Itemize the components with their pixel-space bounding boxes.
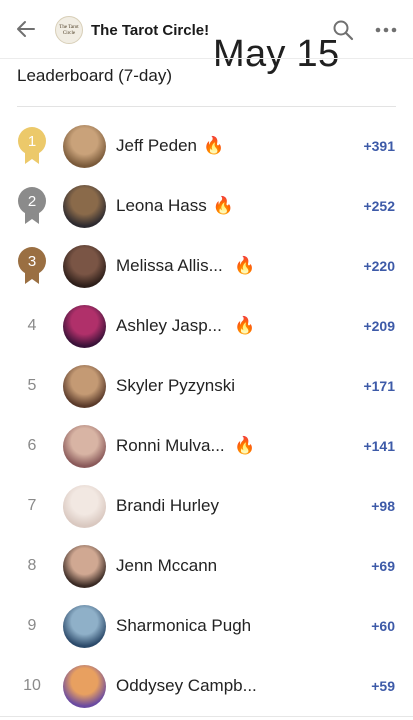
leaderboard-row[interactable]: 4 Ashley Jasp... 🔥 +209 xyxy=(0,296,413,356)
member-name[interactable]: Ashley Jasp... xyxy=(116,296,222,356)
rank-number: 10 xyxy=(23,677,41,694)
avatar[interactable] xyxy=(63,425,106,468)
group-logo[interactable]: The Tarot Circle xyxy=(55,16,83,44)
fire-icon: 🔥 xyxy=(202,136,225,155)
points-value: +171 xyxy=(363,378,395,394)
group-name[interactable]: The Tarot Circle! xyxy=(91,22,209,39)
search-icon[interactable] xyxy=(331,18,355,42)
avatar[interactable] xyxy=(63,305,106,348)
fire-icon: 🔥 xyxy=(234,436,256,455)
leaderboard-row[interactable]: 1 Jeff Peden 🔥 +391 xyxy=(0,116,413,176)
member-name[interactable]: Jenn Mccann xyxy=(116,536,217,596)
top-app-bar: The Tarot Circle The Tarot Circle! May 1… xyxy=(0,0,413,75)
rank-number: 4 xyxy=(27,317,37,334)
rank-number: 5 xyxy=(27,377,37,394)
rank-number: 7 xyxy=(27,497,37,514)
leaderboard-row[interactable]: 6 Ronni Mulva... 🔥 +141 xyxy=(0,416,413,476)
points-value: +141 xyxy=(363,438,395,454)
member-name[interactable]: Skyler Pyzynski xyxy=(116,356,235,416)
rank-number: 9 xyxy=(27,617,37,634)
points-value: +69 xyxy=(371,558,395,574)
rank-medal-icon: 2 xyxy=(16,186,48,226)
leaderboard-row[interactable]: 7 Brandi Hurley +98 xyxy=(0,476,413,536)
points-value: +220 xyxy=(363,258,395,274)
group-logo-line: The Tarot xyxy=(59,25,79,30)
member-name[interactable]: Ronni Mulva... xyxy=(116,416,225,476)
avatar[interactable] xyxy=(63,485,106,528)
avatar[interactable] xyxy=(63,605,106,648)
avatar[interactable] xyxy=(63,185,106,228)
member-name[interactable]: Oddysey Campb... xyxy=(116,656,257,716)
leaderboard-row[interactable]: 10 Oddysey Campb... +59 xyxy=(0,656,413,716)
points-value: +209 xyxy=(363,318,395,334)
points-value: +391 xyxy=(363,138,395,154)
leaderboard-row[interactable]: 8 Jenn Mccann +69 xyxy=(0,536,413,596)
points-value: +252 xyxy=(363,198,395,214)
arrow-left-icon[interactable] xyxy=(12,15,40,43)
leaderboard-divider xyxy=(17,106,396,107)
leaderboard-row[interactable]: 5 Skyler Pyzynski +171 xyxy=(0,356,413,416)
member-name[interactable]: Brandi Hurley xyxy=(116,476,219,536)
leaderboard-row[interactable]: 3 Melissa Allis... 🔥 +220 xyxy=(0,236,413,296)
avatar[interactable] xyxy=(63,665,106,708)
leaderboard-row[interactable]: 9 Sharmonica Pugh +60 xyxy=(0,596,413,656)
points-value: +59 xyxy=(371,678,395,694)
date-overlay-text: May 15 xyxy=(213,33,340,75)
more-horizontal-icon[interactable] xyxy=(374,22,398,38)
points-value: +60 xyxy=(371,618,395,634)
bottom-divider xyxy=(0,716,413,717)
rank-medal-icon: 1 xyxy=(16,126,48,166)
rank-number: 2 xyxy=(28,193,36,210)
avatar[interactable] xyxy=(63,125,106,168)
fire-icon: 🔥 xyxy=(234,316,256,335)
leaderboard-row[interactable]: 2 Leona Hass 🔥 +252 xyxy=(0,176,413,236)
fire-icon: 🔥 xyxy=(234,256,256,275)
member-name[interactable]: Leona Hass xyxy=(116,176,207,236)
header-divider xyxy=(0,58,413,59)
leaderboard-title: Leaderboard (7-day) xyxy=(17,66,172,85)
avatar[interactable] xyxy=(63,245,106,288)
group-logo-line: Circle xyxy=(62,31,76,36)
rank-number: 1 xyxy=(28,133,36,150)
avatar[interactable] xyxy=(63,545,106,588)
member-name[interactable]: Sharmonica Pugh xyxy=(116,596,251,656)
avatar[interactable] xyxy=(63,365,106,408)
rank-number: 3 xyxy=(28,253,36,270)
points-value: +98 xyxy=(371,498,395,514)
rank-number: 8 xyxy=(27,557,37,574)
rank-number: 6 xyxy=(27,437,37,454)
member-name[interactable]: Melissa Allis... xyxy=(116,236,223,296)
fire-icon: 🔥 xyxy=(212,196,234,215)
rank-medal-icon: 3 xyxy=(16,246,48,286)
member-name[interactable]: Jeff Peden xyxy=(116,116,197,176)
